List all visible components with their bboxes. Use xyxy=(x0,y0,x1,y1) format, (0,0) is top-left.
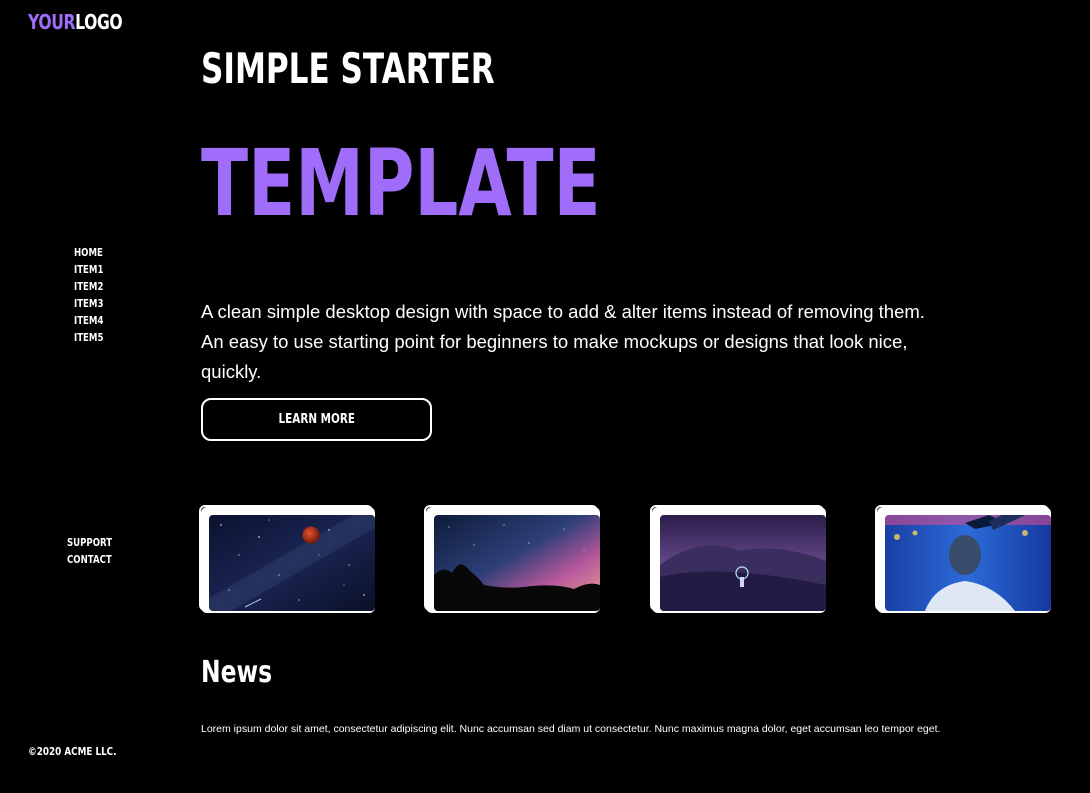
news-body: Lorem ipsum dolor sit amet, consectetur … xyxy=(201,723,941,735)
nav-item-home[interactable]: HOME xyxy=(74,244,103,261)
hero-description: A clean simple desktop design with space… xyxy=(201,301,925,382)
nav-item-item1[interactable]: ITEM1 xyxy=(74,261,103,278)
logo-accent-text: YOUR xyxy=(28,10,76,34)
starry-sky-rocks-image xyxy=(434,515,600,611)
snowy-mountain-night-image xyxy=(660,515,826,611)
nav-item-support[interactable]: SUPPORT xyxy=(67,534,112,551)
nav-item-item5[interactable]: ITEM5 xyxy=(74,329,103,346)
nav-item-item2[interactable]: ITEM2 xyxy=(74,278,103,295)
nav-item-item3[interactable]: ITEM3 xyxy=(74,295,103,312)
hero-title: TEMPLATE xyxy=(201,130,601,237)
neon-portrait-image xyxy=(885,515,1051,611)
news-heading: News xyxy=(201,655,273,690)
blood-moon-milky-way-image xyxy=(209,515,375,611)
learn-more-label: LEARN MORE xyxy=(278,412,355,427)
nav-item-contact[interactable]: CONTACT xyxy=(67,551,112,568)
logo[interactable]: YOURLOGO xyxy=(28,10,123,34)
image-card-4[interactable] xyxy=(875,505,1051,613)
logo-plain-text: LOGO xyxy=(75,10,123,34)
side-nav: HOME ITEM1 ITEM2 ITEM3 ITEM4 ITEM5 xyxy=(74,244,112,346)
hero-subtitle: SIMPLE STARTER xyxy=(201,44,495,93)
nav-item-item4[interactable]: ITEM4 xyxy=(74,312,103,329)
copyright: ©2020 ACME LLC. xyxy=(28,745,117,758)
image-card-3[interactable] xyxy=(650,505,826,613)
secondary-nav: SUPPORT CONTACT xyxy=(67,534,125,568)
image-card-2[interactable] xyxy=(424,505,600,613)
image-card-1[interactable] xyxy=(199,505,375,613)
learn-more-button[interactable]: LEARN MORE xyxy=(201,398,432,441)
